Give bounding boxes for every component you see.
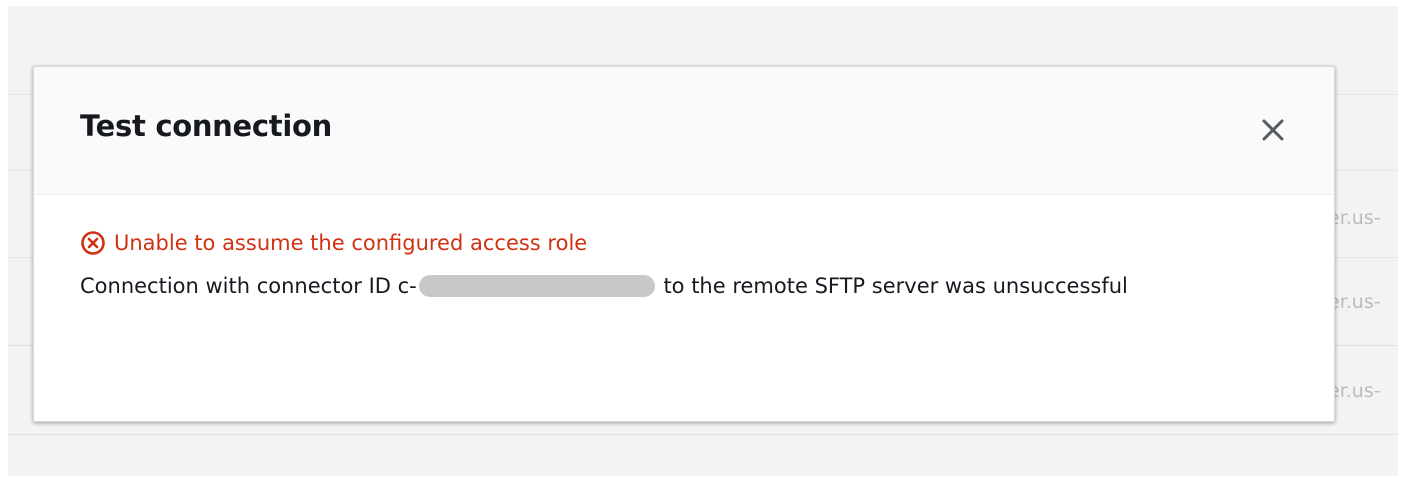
close-icon: [1256, 113, 1290, 147]
background-row-text: er.us-: [1328, 207, 1381, 229]
error-message: Unable to assume the configured access r…: [114, 231, 588, 255]
table-divider: [8, 434, 1398, 435]
message-prefix: Connection with connector ID c-: [80, 274, 417, 298]
modal-title: Test connection: [80, 109, 332, 143]
background-row-text: er.us-: [1328, 380, 1381, 402]
close-button[interactable]: [1256, 113, 1290, 147]
message-suffix: to the remote SFTP server was unsuccessf…: [656, 274, 1128, 298]
modal-header: Test connection: [34, 67, 1334, 195]
error-status: Unable to assume the configured access r…: [80, 227, 1288, 259]
connection-result-message: Connection with connector ID c- to the r…: [80, 269, 1260, 303]
test-connection-modal: Test connection Unable to assume the con…: [33, 66, 1335, 422]
modal-body: Unable to assume the configured access r…: [80, 227, 1288, 303]
redacted-connector-id: [418, 275, 655, 297]
background-row-text: er.us-: [1328, 291, 1381, 313]
error-circle-x-icon: [80, 230, 106, 256]
